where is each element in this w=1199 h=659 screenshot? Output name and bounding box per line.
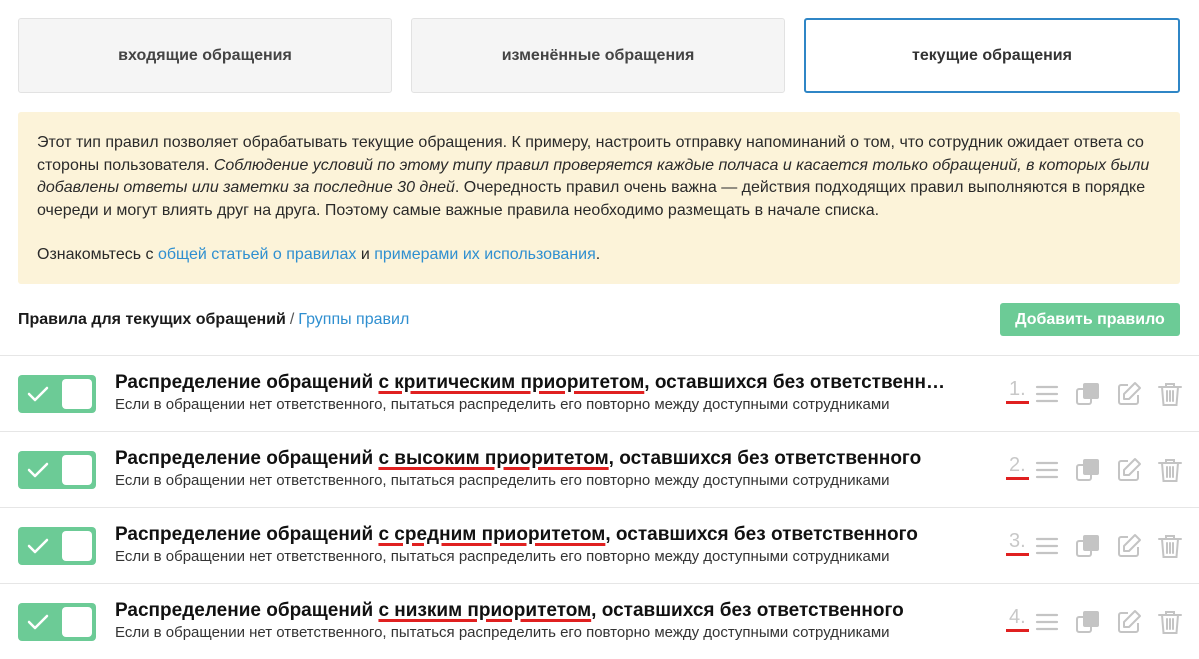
rule-description: Если в обращении нет ответственного, пыт… xyxy=(115,624,890,641)
toggle-knob xyxy=(62,455,92,485)
rule-title-priority: с критическим приоритетом xyxy=(378,372,645,393)
trash-icon[interactable] xyxy=(1157,381,1183,407)
copy-icon[interactable] xyxy=(1075,533,1101,559)
rules-list-header: Правила для текущих обращений / Группы пра… xyxy=(18,303,1180,336)
rules-examples-link[interactable]: примерами их использования xyxy=(374,246,596,263)
rule-order-value: 4. xyxy=(1006,606,1029,632)
drag-handle-icon[interactable] xyxy=(1034,457,1060,483)
check-icon xyxy=(27,614,49,630)
tab-changed[interactable]: изменённые обращения xyxy=(411,18,785,93)
drag-handle-icon[interactable] xyxy=(1034,533,1060,559)
rule-title-end: , оставшихся без ответственного xyxy=(608,448,922,469)
rule-enable-toggle[interactable] xyxy=(18,603,96,641)
rule-enable-toggle[interactable] xyxy=(18,375,96,413)
tab-current[interactable]: текущие обращения xyxy=(804,18,1180,93)
rule-text[interactable]: Распределение обращений с критическим пр… xyxy=(115,371,955,415)
rule-type-tabs: входящие обращения изменённые обращения … xyxy=(18,18,1180,93)
rule-groups-link[interactable]: Группы правил xyxy=(298,311,409,328)
breadcrumb: Правила для текущих обращений / Группы пра… xyxy=(18,311,409,329)
info-links-end: . xyxy=(595,246,601,263)
rule-text[interactable]: Распределение обращений с средним приори… xyxy=(115,523,955,567)
rule-enable-toggle[interactable] xyxy=(18,451,96,489)
info-links-prefix: Ознакомьтесь с xyxy=(37,246,158,263)
info-links-paragraph: Ознакомьтесь с общей статьей о правилах … xyxy=(37,244,1161,267)
info-banner: Этот тип правил позволяет обрабатывать т… xyxy=(18,112,1180,284)
rule-order-value: 2. xyxy=(1006,454,1029,480)
rule-description: Если в обращении нет ответственного, пыт… xyxy=(115,548,890,565)
toggle-knob xyxy=(62,531,92,561)
rule-title-start: Распределение обращений xyxy=(115,600,379,621)
rule-title-priority: с высоким приоритетом xyxy=(378,448,609,469)
rules-article-link[interactable]: общей статьей о правилах xyxy=(158,246,356,263)
rule-row: Распределение обращений с высоким приори… xyxy=(0,431,1199,507)
breadcrumb-current: Правила для текущих обращений xyxy=(18,310,286,328)
info-links-and: и xyxy=(356,246,375,263)
rule-title-start: Распределение обращений xyxy=(115,372,379,393)
check-icon xyxy=(27,386,49,402)
add-rule-button[interactable]: Добавить правило xyxy=(1000,303,1180,336)
trash-icon[interactable] xyxy=(1157,457,1183,483)
edit-icon[interactable] xyxy=(1116,457,1142,483)
breadcrumb-separator: / xyxy=(289,310,295,328)
rule-title: Распределение обращений с средним приори… xyxy=(115,523,955,547)
toggle-knob xyxy=(62,379,92,409)
check-icon xyxy=(27,462,49,478)
rule-description: Если в обращении нет ответственного, пыт… xyxy=(115,472,890,489)
rule-row: Распределение обращений с критическим пр… xyxy=(0,355,1199,431)
rule-title-start: Распределение обращений xyxy=(115,448,379,469)
rule-order-number: 1. xyxy=(1006,378,1029,404)
rule-title-end: , оставшихся без ответственного xyxy=(605,524,918,545)
drag-handle-icon[interactable] xyxy=(1034,381,1060,407)
trash-icon[interactable] xyxy=(1157,533,1183,559)
rule-enable-toggle[interactable] xyxy=(18,527,96,565)
toggle-knob xyxy=(62,607,92,637)
rule-title-priority: с средним приоритетом xyxy=(378,524,606,545)
rule-row: Распределение обращений с средним приори… xyxy=(0,507,1199,583)
edit-icon[interactable] xyxy=(1116,381,1142,407)
rule-text[interactable]: Распределение обращений с низким приорит… xyxy=(115,599,955,643)
copy-icon[interactable] xyxy=(1075,381,1101,407)
rule-title: Распределение обращений с высоким приори… xyxy=(115,447,955,471)
rules-list: Распределение обращений с критическим пр… xyxy=(0,355,1199,659)
rule-order-value: 1. xyxy=(1006,378,1029,404)
rule-text[interactable]: Распределение обращений с высоким приори… xyxy=(115,447,955,491)
rule-description: Если в обращении нет ответственного, пыт… xyxy=(115,396,890,413)
edit-icon[interactable] xyxy=(1116,609,1142,635)
rule-title-end: , оставшихся без ответственного xyxy=(644,372,955,393)
rule-title: Распределение обращений с критическим пр… xyxy=(115,371,955,395)
check-icon xyxy=(27,538,49,554)
edit-icon[interactable] xyxy=(1116,533,1142,559)
rule-title: Распределение обращений с низким приорит… xyxy=(115,599,955,623)
rule-order-number: 4. xyxy=(1006,606,1029,632)
rule-title-priority: с низким приоритетом xyxy=(378,600,592,621)
drag-handle-icon[interactable] xyxy=(1034,609,1060,635)
rule-order-number: 2. xyxy=(1006,454,1029,480)
tab-incoming[interactable]: входящие обращения xyxy=(18,18,392,93)
copy-icon[interactable] xyxy=(1075,609,1101,635)
rule-order-value: 3. xyxy=(1006,530,1029,556)
copy-icon[interactable] xyxy=(1075,457,1101,483)
rule-title-end: , оставшихся без ответственного xyxy=(591,600,904,621)
trash-icon[interactable] xyxy=(1157,609,1183,635)
rule-row: Распределение обращений с низким приорит… xyxy=(0,583,1199,659)
info-paragraph: Этот тип правил позволяет обрабатывать т… xyxy=(37,132,1161,222)
rule-order-number: 3. xyxy=(1006,530,1029,556)
rule-title-start: Распределение обращений xyxy=(115,524,379,545)
